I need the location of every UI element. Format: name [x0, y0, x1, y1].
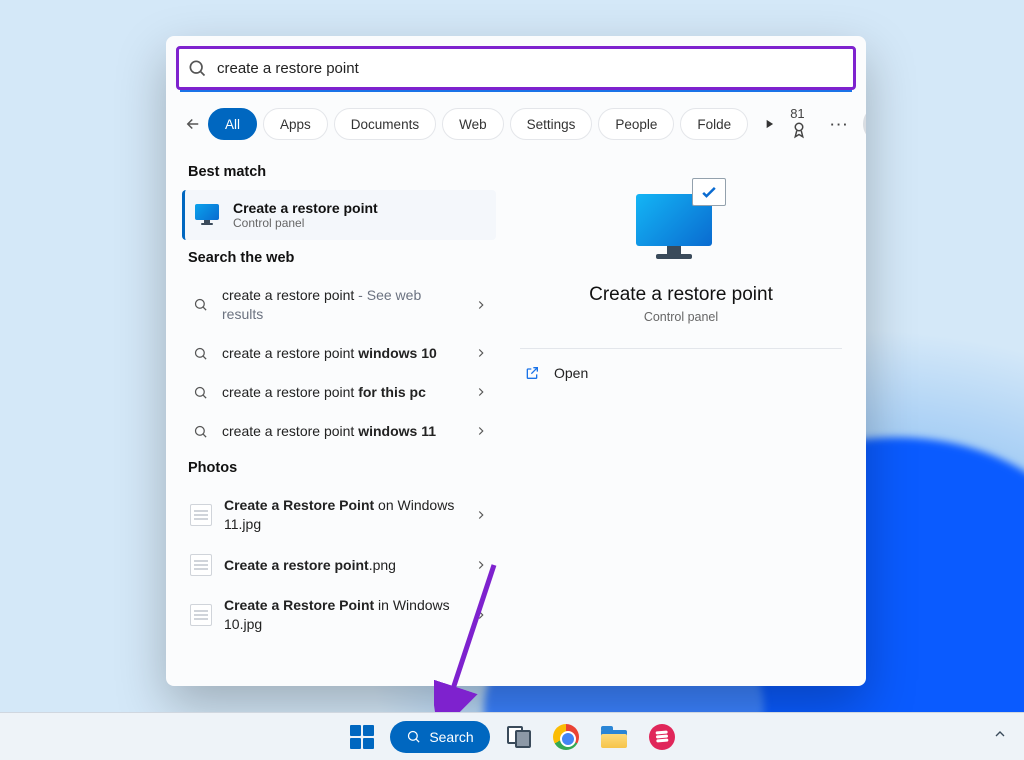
profile-avatar[interactable]: P: [863, 109, 866, 139]
section-search-web: Search the web: [182, 240, 496, 276]
chrome-icon: [553, 724, 579, 750]
web-result[interactable]: create a restore point windows 10: [182, 334, 496, 373]
result-text: Create a Restore Point in Windows 10.jpg: [224, 596, 462, 634]
search-icon: [193, 346, 208, 361]
search-icon: [193, 385, 208, 400]
task-view-button[interactable]: [498, 717, 538, 757]
file-thumb-icon: [190, 504, 212, 526]
result-text: create a restore point windows 11: [222, 422, 462, 441]
more-options[interactable]: ···: [830, 117, 849, 132]
round-red-app-icon: [649, 724, 675, 750]
start-button[interactable]: [342, 717, 382, 757]
chevron-right-icon[interactable]: [474, 346, 488, 360]
search-icon: [193, 297, 208, 312]
photo-result[interactable]: Create a Restore Point in Windows 10.jpg: [182, 586, 496, 644]
monitor-icon: [195, 204, 223, 226]
chevron-right-icon[interactable]: [474, 298, 488, 312]
filter-all[interactable]: All: [208, 108, 257, 140]
open-external-icon: [524, 365, 540, 381]
search-bar[interactable]: [176, 46, 856, 90]
taskbar-search-label: Search: [429, 729, 473, 745]
filter-folders[interactable]: Folde: [680, 108, 748, 140]
result-detail-pane: Create a restore point Control panel Ope…: [496, 152, 866, 686]
windows-search-panel: All Apps Documents Web Settings People F…: [166, 36, 866, 686]
section-best-match: Best match: [182, 154, 496, 190]
best-match-title: Create a restore point: [233, 200, 378, 216]
file-explorer-icon: [601, 726, 627, 748]
filter-web[interactable]: Web: [442, 108, 504, 140]
windows-logo-icon: [350, 725, 374, 749]
search-icon: [187, 58, 207, 78]
detail-title: Create a restore point: [589, 284, 773, 306]
show-hidden-icons[interactable]: [992, 726, 1008, 747]
photo-result[interactable]: Create a Restore Point on Windows 11.jpg: [182, 486, 496, 544]
open-label: Open: [554, 365, 588, 381]
award-icon: [790, 121, 808, 139]
detail-subtitle: Control panel: [644, 310, 718, 324]
best-match-subtitle: Control panel: [233, 216, 378, 230]
result-text: Create a Restore Point on Windows 11.jpg: [224, 496, 462, 534]
search-filters: All Apps Documents Web Settings People F…: [166, 92, 866, 152]
taskbar-app-chrome[interactable]: [546, 717, 586, 757]
large-monitor-icon: [626, 176, 736, 266]
back-button[interactable]: [184, 115, 202, 133]
open-action[interactable]: Open: [520, 355, 842, 391]
taskbar-app-misc[interactable]: [642, 717, 682, 757]
result-text: create a restore point windows 10: [222, 344, 462, 363]
search-icon: [406, 729, 421, 744]
chevron-right-icon[interactable]: [474, 558, 488, 572]
chevron-right-icon[interactable]: [474, 508, 488, 522]
result-text: create a restore point for this pc: [222, 383, 462, 402]
chevron-right-icon[interactable]: [474, 424, 488, 438]
divider: [520, 348, 842, 349]
file-thumb-icon: [190, 554, 212, 576]
taskbar: Search: [0, 712, 1024, 760]
taskbar-app-explorer[interactable]: [594, 717, 634, 757]
arrow-left-icon: [184, 115, 202, 133]
result-text: create a restore point - See web results: [222, 286, 462, 324]
filter-settings[interactable]: Settings: [510, 108, 593, 140]
chevron-right-icon[interactable]: [474, 608, 488, 622]
results-left-column: Best match Create a restore point Contro…: [166, 152, 496, 686]
task-view-icon: [507, 726, 529, 748]
chevron-right-icon[interactable]: [474, 385, 488, 399]
best-match-item[interactable]: Create a restore point Control panel: [182, 190, 496, 240]
search-input[interactable]: [207, 60, 845, 77]
result-text: Create a restore point.png: [224, 556, 462, 575]
rewards-count[interactable]: 81: [790, 106, 816, 142]
section-photos: Photos: [182, 450, 496, 486]
web-result[interactable]: create a restore point for this pc: [182, 373, 496, 412]
taskbar-search-button[interactable]: Search: [390, 721, 489, 753]
web-result[interactable]: create a restore point windows 11: [182, 412, 496, 451]
file-thumb-icon: [190, 604, 212, 626]
photo-result[interactable]: Create a restore point.png: [182, 544, 496, 586]
play-right-icon: [762, 117, 776, 131]
search-icon: [193, 424, 208, 439]
checkmark-icon: [699, 182, 719, 202]
filter-apps[interactable]: Apps: [263, 108, 328, 140]
filter-documents[interactable]: Documents: [334, 108, 436, 140]
chevron-up-icon: [992, 726, 1008, 742]
web-result[interactable]: create a restore point - See web results: [182, 276, 496, 334]
filter-people[interactable]: People: [598, 108, 674, 140]
filter-more[interactable]: [754, 108, 784, 140]
